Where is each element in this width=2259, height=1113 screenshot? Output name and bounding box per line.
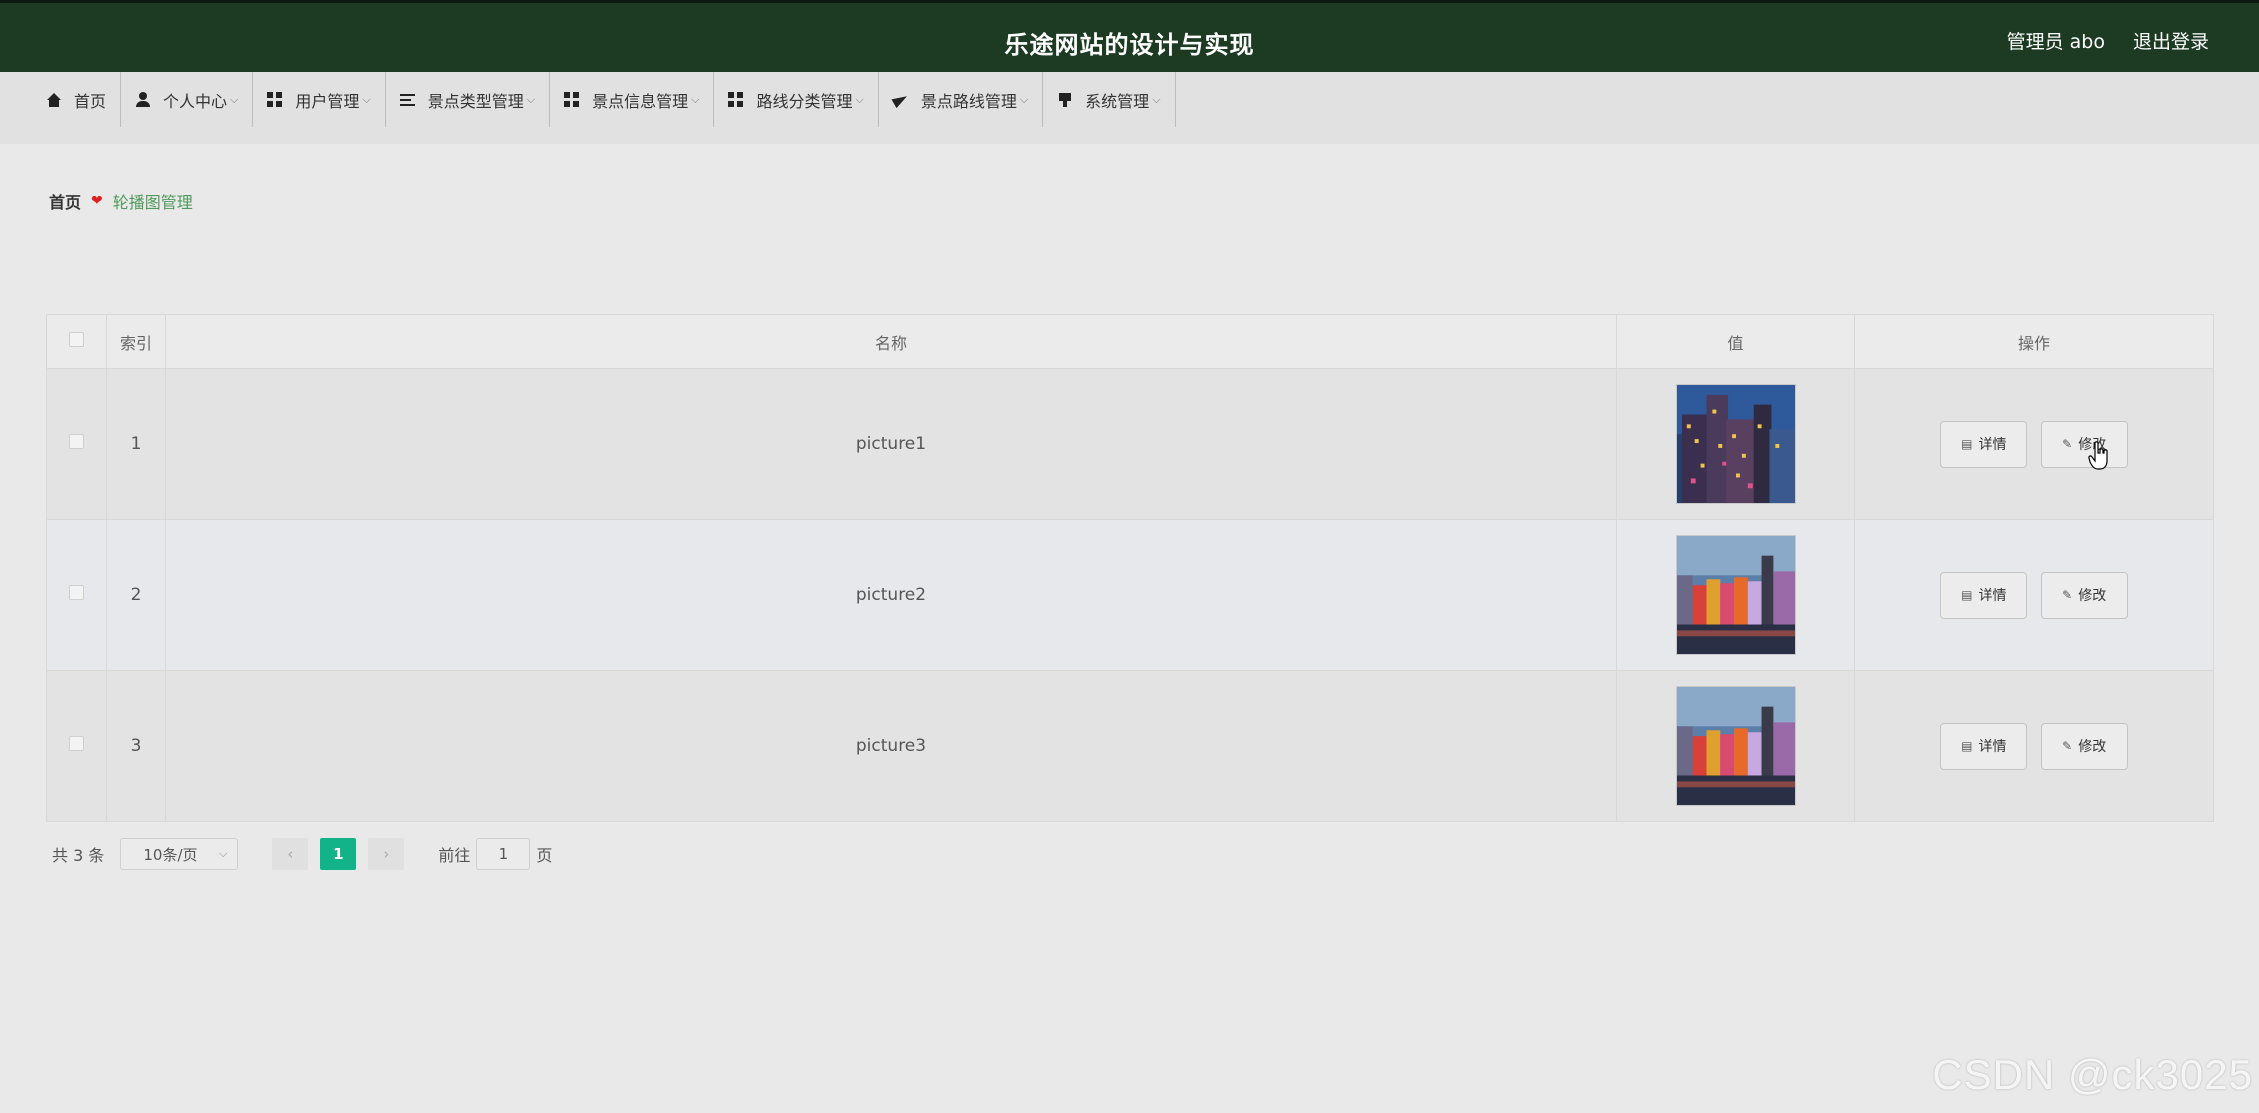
chevron-down-icon: ⌵: [362, 92, 371, 106]
chevron-down-icon: ⌵: [855, 92, 864, 106]
table-row: 2 picture2 ▤ 详情 ✎ 修改: [46, 519, 2214, 671]
row-name: picture3: [165, 670, 1617, 822]
nav-item-label: 景点信息管理: [592, 91, 689, 111]
nav-item-label: 系统管理: [1085, 91, 1150, 111]
logout-link[interactable]: 退出登录: [2133, 27, 2209, 54]
row-index: 3: [106, 670, 166, 822]
document-icon: ▤: [1961, 437, 1973, 451]
goto-prefix: 前往: [438, 846, 471, 865]
row-checkbox[interactable]: [69, 434, 84, 449]
column-header-name: 名称: [165, 314, 1617, 369]
chevron-down-icon: ⌵: [1152, 92, 1161, 106]
edit-button[interactable]: ✎ 修改: [2040, 722, 2128, 770]
chevron-right-icon: ›: [383, 845, 390, 863]
edit-button[interactable]: ✎ 修改: [2040, 571, 2128, 619]
row-checkbox[interactable]: [69, 585, 84, 600]
chevron-down-icon: ⌵: [219, 847, 228, 860]
nav-item-system[interactable]: 系统管理 ⌵: [1043, 72, 1176, 127]
edit-button-label: 修改: [2078, 588, 2107, 604]
pencil-icon: ✎: [2062, 437, 2073, 451]
edit-button[interactable]: ✎ 修改: [2040, 420, 2128, 468]
table-row: 3 picture3 ▤ 详情 ✎ 修改: [46, 670, 2214, 822]
nav-item-attraction-type[interactable]: 景点类型管理 ⌵: [386, 72, 551, 127]
night-city-photo: [1675, 384, 1796, 504]
nav-item-route-category[interactable]: 路线分类管理 ⌵: [714, 72, 879, 127]
nav-item-personal-center[interactable]: 个人中心 ⌵: [121, 72, 254, 127]
nav-item-label: 个人中心: [163, 91, 228, 111]
document-icon: ▤: [1961, 588, 1973, 602]
column-header-index: 索引: [106, 314, 166, 369]
row-name: picture2: [165, 519, 1617, 671]
table-row: 1 picture1 ▤ 详情 ✎ 修改: [46, 368, 2214, 520]
edit-button-label: 修改: [2078, 739, 2107, 755]
page-size-value: 10条/页: [143, 845, 198, 864]
hand-cursor-icon: [2088, 441, 2108, 470]
table-header-row: 索引 名称 值 操作: [46, 314, 2214, 369]
next-page-button[interactable]: ›: [368, 838, 405, 870]
user-icon: [135, 91, 151, 108]
goto-suffix: 页: [536, 846, 553, 865]
top-header: 乐途网站的设计与实现 管理员 abo 退出登录: [0, 0, 2259, 72]
main-nav: 首页 个人中心 ⌵ 用户管理 ⌵ 景点类型管理 ⌵ 景点信息管理 ⌵ 路线分类管…: [0, 72, 2259, 144]
pencil-icon: ✎: [2062, 588, 2073, 602]
row-index: 1: [106, 368, 166, 520]
detail-button-label: 详情: [1978, 437, 2007, 453]
colorful-waterfront-photo: [1675, 686, 1796, 806]
chevron-left-icon: ‹: [287, 845, 294, 863]
detail-button-label: 详情: [1978, 588, 2007, 604]
user-area: 管理员 abo 退出登录: [2007, 27, 2209, 54]
carousel-table: 索引 名称 值 操作 1 picture1 ▤ 详情 ✎ 修改 2 pictur…: [46, 314, 2214, 822]
pin-icon: [1057, 92, 1073, 108]
row-checkbox[interactable]: [69, 736, 84, 751]
column-header-value: 值: [1616, 314, 1855, 369]
select-all-checkbox[interactable]: [69, 332, 84, 347]
detail-button[interactable]: ▤ 详情: [1940, 571, 2028, 619]
nav-item-label: 首页: [74, 91, 107, 111]
chevron-down-icon: ⌵: [691, 92, 700, 106]
current-user-label: 管理员 abo: [2006, 31, 2105, 53]
detail-button[interactable]: ▤ 详情: [1940, 722, 2028, 770]
row-name: picture1: [165, 368, 1617, 520]
column-header-actions: 操作: [1854, 314, 2214, 369]
detail-button-label: 详情: [1978, 739, 2007, 755]
send-icon: [893, 92, 909, 108]
breadcrumb: 首页 ❤ 轮播图管理: [49, 189, 193, 213]
pencil-icon: ✎: [2062, 739, 2073, 753]
nav-item-label: 路线分类管理: [756, 91, 853, 111]
pagination: 共 3 条 10条/页 ⌵ ‹ 1 › 前往 页: [52, 838, 552, 870]
colorful-waterfront-photo: [1675, 535, 1796, 655]
nav-item-label: 景点类型管理: [427, 91, 524, 111]
chevron-down-icon: ⌵: [230, 92, 239, 106]
chevron-down-icon: ⌵: [1019, 92, 1029, 106]
watermark: CSDN @ck3025: [1932, 1051, 2253, 1098]
page-size-select[interactable]: 10条/页 ⌵: [120, 838, 239, 870]
nav-item-attraction-route[interactable]: 景点路线管理 ⌵: [879, 72, 1044, 127]
grid-icon: [728, 91, 745, 108]
breadcrumb-home[interactable]: 首页: [49, 189, 81, 213]
nav-item-home[interactable]: 首页: [32, 72, 122, 127]
list-icon: [399, 91, 416, 108]
nav-item-label: 用户管理: [295, 91, 360, 111]
prev-page-button[interactable]: ‹: [272, 838, 309, 870]
row-index: 2: [106, 519, 166, 671]
grid-icon: [267, 91, 284, 108]
select-all-cell: [46, 314, 107, 369]
home-icon: [46, 92, 62, 108]
goto-page: 前往 页: [438, 838, 552, 870]
breadcrumb-current: 轮播图管理: [112, 193, 193, 212]
page-number-current[interactable]: 1: [320, 838, 357, 870]
chevron-down-icon: ⌵: [526, 92, 536, 106]
site-title: 乐途网站的设计与实现: [1004, 31, 1255, 59]
document-icon: ▤: [1961, 739, 1973, 753]
goto-page-input[interactable]: [476, 838, 531, 870]
total-count: 共 3 条: [52, 846, 105, 865]
detail-button[interactable]: ▤ 详情: [1940, 420, 2028, 468]
grid-icon: [564, 91, 581, 108]
nav-item-user-management[interactable]: 用户管理 ⌵: [253, 72, 386, 127]
nav-item-label: 景点路线管理: [920, 91, 1017, 111]
heart-icon: ❤: [91, 193, 103, 209]
nav-item-attraction-info[interactable]: 景点信息管理 ⌵: [550, 72, 715, 127]
